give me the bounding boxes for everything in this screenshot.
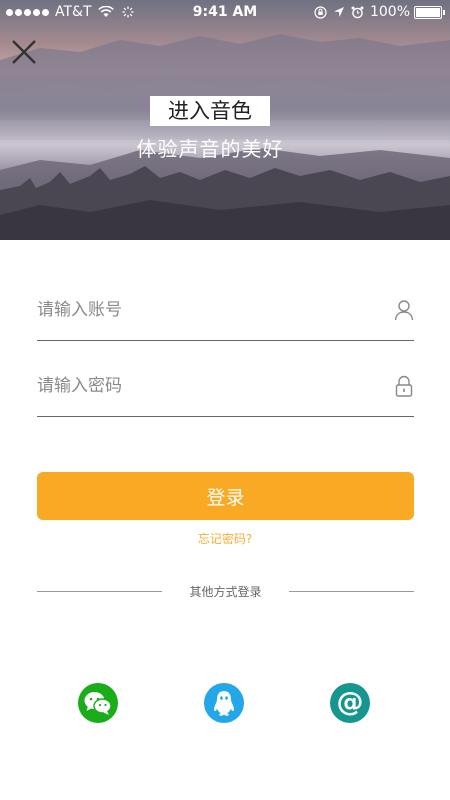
- battery-icon: [414, 5, 445, 19]
- page-title: 进入音色: [150, 96, 270, 126]
- user-icon: [394, 300, 414, 321]
- forgot-password-link[interactable]: 忘记密码?: [0, 530, 450, 547]
- divider-line: [289, 591, 414, 592]
- password-field: [37, 366, 414, 417]
- battery-percent: 100%: [369, 4, 410, 20]
- page-subtitle: 体验声音的美好: [136, 137, 284, 161]
- lock-icon: [395, 375, 413, 397]
- wechat-icon: [84, 692, 112, 715]
- hero-banner: AT&T 9:41 AM 100% 进入音色 体验声音的美好: [0, 0, 450, 240]
- other-login-divider: 其他方式登录: [37, 583, 414, 601]
- qq-penguin-icon: [214, 691, 234, 716]
- alarm-icon: [351, 6, 364, 18]
- login-screen: AT&T 9:41 AM 100% 进入音色 体验声音的美好 请输入账号 登录 …: [0, 0, 450, 800]
- password-input[interactable]: [37, 366, 367, 406]
- at-sign-icon: @: [336, 687, 364, 718]
- account-field: [37, 290, 414, 341]
- lock-rotation-icon: [314, 5, 327, 19]
- status-bar: AT&T 9:41 AM 100%: [0, 0, 450, 24]
- qq-login-button[interactable]: [204, 683, 244, 723]
- account-input[interactable]: [37, 290, 367, 330]
- location-arrow-icon: [333, 7, 344, 17]
- login-button[interactable]: 登录: [37, 472, 414, 520]
- wechat-login-button[interactable]: [78, 683, 118, 723]
- close-icon[interactable]: [10, 38, 38, 66]
- email-login-button[interactable]: @: [330, 683, 370, 723]
